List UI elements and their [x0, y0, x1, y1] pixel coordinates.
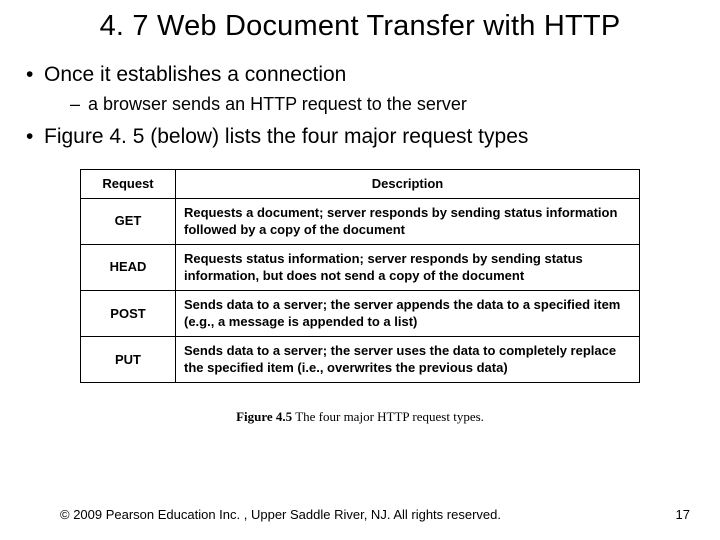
cell-description: Requests a document; server responds by … [176, 198, 640, 244]
bullet-text: Figure 4. 5 (below) lists the four major… [44, 125, 528, 148]
table-header-row: Request Description [81, 170, 640, 199]
sub-bullet-list: a browser sends an HTTP request to the s… [44, 93, 698, 116]
cell-request: POST [81, 290, 176, 336]
figure-caption-text: The four major HTTP request types. [295, 409, 484, 424]
bullet-item: Figure 4. 5 (below) lists the four major… [22, 123, 698, 151]
col-description: Description [176, 170, 640, 199]
table-row: HEAD Requests status information; server… [81, 244, 640, 290]
cell-description: Sends data to a server; the server uses … [176, 336, 640, 382]
cell-request: GET [81, 198, 176, 244]
cell-description: Requests status information; server resp… [176, 244, 640, 290]
bullet-item: Once it establishes a connection a brows… [22, 61, 698, 117]
footer: © 2009 Pearson Education Inc. , Upper Sa… [0, 507, 720, 522]
bullet-list: Once it establishes a connection a brows… [22, 61, 698, 151]
request-table: Request Description GET Requests a docum… [80, 169, 640, 383]
col-request: Request [81, 170, 176, 199]
bullet-text: Once it establishes a connection [44, 63, 346, 86]
cell-description: Sends data to a server; the server appen… [176, 290, 640, 336]
figure-label: Figure 4.5 [236, 409, 292, 424]
request-table-wrap: Request Description GET Requests a docum… [80, 169, 640, 425]
figure-caption: Figure 4.5 The four major HTTP request t… [80, 409, 640, 425]
copyright-text: © 2009 Pearson Education Inc. , Upper Sa… [60, 507, 501, 522]
table-row: POST Sends data to a server; the server … [81, 290, 640, 336]
slide-title: 4. 7 Web Document Transfer with HTTP [22, 10, 698, 43]
sub-bullet-item: a browser sends an HTTP request to the s… [44, 93, 698, 116]
page-number: 17 [676, 507, 690, 522]
table-row: PUT Sends data to a server; the server u… [81, 336, 640, 382]
table-row: GET Requests a document; server responds… [81, 198, 640, 244]
cell-request: HEAD [81, 244, 176, 290]
cell-request: PUT [81, 336, 176, 382]
